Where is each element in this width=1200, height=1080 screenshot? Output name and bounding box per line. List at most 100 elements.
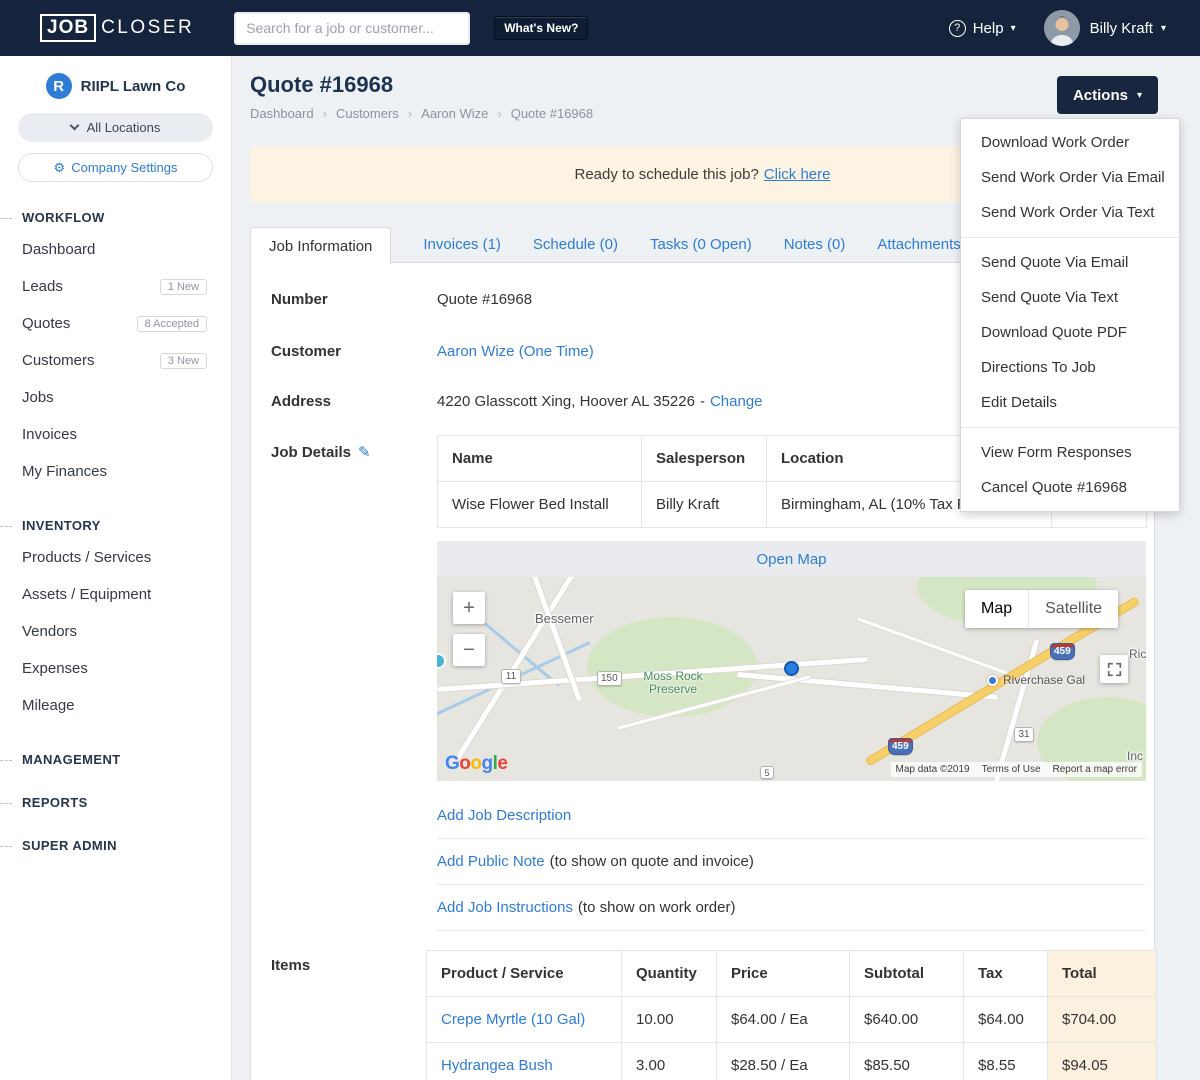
- item-quantity: 10.00: [621, 996, 717, 1043]
- edit-pencil-icon[interactable]: ✎: [358, 443, 371, 461]
- menu-item-cancel-quote[interactable]: Cancel Quote #16968: [961, 470, 1179, 505]
- menu-item-send-quote-email[interactable]: Send Quote Via Email: [961, 245, 1179, 280]
- job-location-marker[interactable]: [784, 661, 799, 676]
- sidebar: R RIIPL Lawn Co All Locations ⚙ Company …: [0, 56, 232, 1080]
- logo-job-box: JOB: [40, 14, 97, 42]
- quick-add-rows: Add Job Description Add Public Note (to …: [437, 793, 1146, 931]
- banner-text: Ready to schedule this job?: [574, 165, 759, 183]
- tab-tasks[interactable]: Tasks (0 Open): [650, 236, 752, 253]
- open-map-link[interactable]: Open Map: [756, 551, 826, 568]
- menu-item-edit-details[interactable]: Edit Details: [961, 385, 1179, 420]
- add-job-description-row: Add Job Description: [437, 793, 1146, 839]
- map-section: Open Map Bessemer Moss Rock Preserve Riv…: [437, 541, 1146, 781]
- sidebar-item-my-finances[interactable]: My Finances: [0, 453, 231, 490]
- chevron-down-icon: ▾: [1136, 89, 1142, 101]
- zoom-in-button[interactable]: +: [453, 592, 485, 624]
- section-management[interactable]: MANAGEMENT: [0, 752, 231, 767]
- item-total: $704.00: [1047, 996, 1157, 1043]
- chevron-down-icon: [69, 120, 80, 131]
- whats-new-button[interactable]: What's New?: [494, 16, 589, 40]
- section-reports[interactable]: REPORTS: [0, 795, 231, 810]
- customer-link[interactable]: Aaron Wize (One Time): [437, 343, 594, 360]
- col-total: Total: [1047, 950, 1157, 997]
- sidebar-item-vendors[interactable]: Vendors: [0, 613, 231, 650]
- tab-schedule[interactable]: Schedule (0): [533, 236, 618, 253]
- interstate-shield-459: 459: [888, 738, 913, 755]
- breadcrumb-dashboard[interactable]: Dashboard: [250, 106, 314, 121]
- user-name-label: Billy Kraft: [1089, 19, 1153, 37]
- sidebar-item-jobs[interactable]: Jobs: [0, 379, 231, 416]
- address-value: 4220 Glasscott Xing, Hoover AL 35226: [437, 393, 695, 410]
- add-job-instructions-link[interactable]: Add Job Instructions: [437, 899, 573, 916]
- user-avatar[interactable]: [1043, 10, 1080, 46]
- items-label: Items: [271, 957, 311, 974]
- menu-item-directions-to-job[interactable]: Directions To Job: [961, 350, 1179, 385]
- items-table: Product / Service Quantity Price Subtota…: [426, 950, 1157, 1080]
- company-logo: R: [45, 73, 72, 99]
- chevron-right-icon: ›: [497, 106, 502, 121]
- add-job-description-link[interactable]: Add Job Description: [437, 807, 571, 824]
- banner-click-here-link[interactable]: Click here: [764, 166, 831, 183]
- menu-item-send-work-order-email[interactable]: Send Work Order Via Email: [961, 160, 1179, 195]
- sidebar-item-mileage[interactable]: Mileage: [0, 687, 231, 724]
- add-job-instructions-hint: (to show on work order): [577, 899, 736, 916]
- open-map-bar: Open Map: [437, 541, 1146, 577]
- add-public-note-link[interactable]: Add Public Note: [437, 853, 545, 870]
- breadcrumb-customer-name[interactable]: Aaron Wize: [421, 106, 488, 121]
- menu-item-download-quote-pdf[interactable]: Download Quote PDF: [961, 315, 1179, 350]
- map-view-button[interactable]: Map: [965, 590, 1029, 628]
- sidebar-item-expenses[interactable]: Expenses: [0, 650, 231, 687]
- sidebar-item-dashboard[interactable]: Dashboard: [0, 231, 231, 268]
- jobcloser-logo[interactable]: JOB CLOSER: [40, 14, 194, 42]
- company-settings-button[interactable]: ⚙ Company Settings: [18, 153, 213, 182]
- tab-bar: Job Information Invoices (1) Schedule (0…: [250, 226, 983, 264]
- menu-item-view-form-responses[interactable]: View Form Responses: [961, 435, 1179, 470]
- actions-button[interactable]: Actions ▾: [1056, 76, 1158, 114]
- item-total: $94.05: [1047, 1042, 1157, 1080]
- search-input[interactable]: [234, 11, 471, 45]
- breadcrumb-customers[interactable]: Customers: [336, 106, 399, 121]
- interstate-shield-459: 459: [1050, 643, 1075, 660]
- zoom-out-button[interactable]: −: [453, 634, 485, 666]
- col-tax: Tax: [963, 950, 1048, 997]
- item-product-link[interactable]: Hydrangea Bush: [441, 1057, 553, 1074]
- sidebar-item-assets-equipment[interactable]: Assets / Equipment: [0, 576, 231, 613]
- job-details-label: Job Details: [271, 443, 352, 461]
- tab-job-information[interactable]: Job Information: [250, 227, 392, 264]
- user-menu[interactable]: Billy Kraft ▾: [1090, 20, 1166, 37]
- menu-item-download-work-order[interactable]: Download Work Order: [961, 125, 1179, 160]
- location-selector[interactable]: All Locations: [18, 113, 213, 142]
- tab-invoices[interactable]: Invoices (1): [423, 236, 501, 253]
- col-product-service: Product / Service: [426, 950, 622, 997]
- add-public-note-row: Add Public Note (to show on quote and in…: [437, 839, 1146, 885]
- col-subtotal: Subtotal: [849, 950, 964, 997]
- company-header: R RIIPL Lawn Co: [0, 56, 231, 99]
- menu-item-send-work-order-text[interactable]: Send Work Order Via Text: [961, 195, 1179, 230]
- satellite-view-button[interactable]: Satellite: [1028, 590, 1119, 628]
- map-data-credit: Map data ©2019: [895, 764, 970, 775]
- sidebar-item-customers[interactable]: Customers 3 New: [0, 342, 231, 379]
- section-workflow: WORKFLOW: [0, 210, 231, 225]
- report-map-error-link[interactable]: Report a map error: [1053, 764, 1137, 775]
- address-separator: -: [699, 393, 705, 410]
- item-row: Hydrangea Bush 3.00 $28.50 / Ea $85.50 $…: [426, 1042, 1157, 1080]
- tab-notes[interactable]: Notes (0): [784, 236, 846, 253]
- google-map[interactable]: Bessemer Moss Rock Preserve Riverchase G…: [437, 577, 1146, 781]
- number-label: Number: [271, 291, 328, 308]
- google-logo[interactable]: Google: [445, 753, 508, 775]
- chevron-down-icon: ▾: [1010, 22, 1016, 34]
- gear-icon: ⚙: [53, 159, 66, 175]
- job-details-label-row: Job Details ✎: [271, 443, 371, 462]
- sidebar-item-leads[interactable]: Leads 1 New: [0, 268, 231, 305]
- item-product-link[interactable]: Crepe Myrtle (10 Gal): [441, 1011, 585, 1028]
- sidebar-item-quotes[interactable]: Quotes 8 Accepted: [0, 305, 231, 342]
- address-change-link[interactable]: Change: [710, 393, 763, 410]
- location-selector-label: All Locations: [86, 120, 161, 135]
- sidebar-item-invoices[interactable]: Invoices: [0, 416, 231, 453]
- menu-item-send-quote-text[interactable]: Send Quote Via Text: [961, 280, 1179, 315]
- help-menu[interactable]: ? Help ▾: [948, 19, 1016, 37]
- terms-of-use-link[interactable]: Terms of Use: [982, 764, 1041, 775]
- sidebar-item-products-services[interactable]: Products / Services: [0, 539, 231, 576]
- section-super-admin[interactable]: SUPER ADMIN: [0, 838, 231, 853]
- fullscreen-button[interactable]: [1100, 655, 1128, 683]
